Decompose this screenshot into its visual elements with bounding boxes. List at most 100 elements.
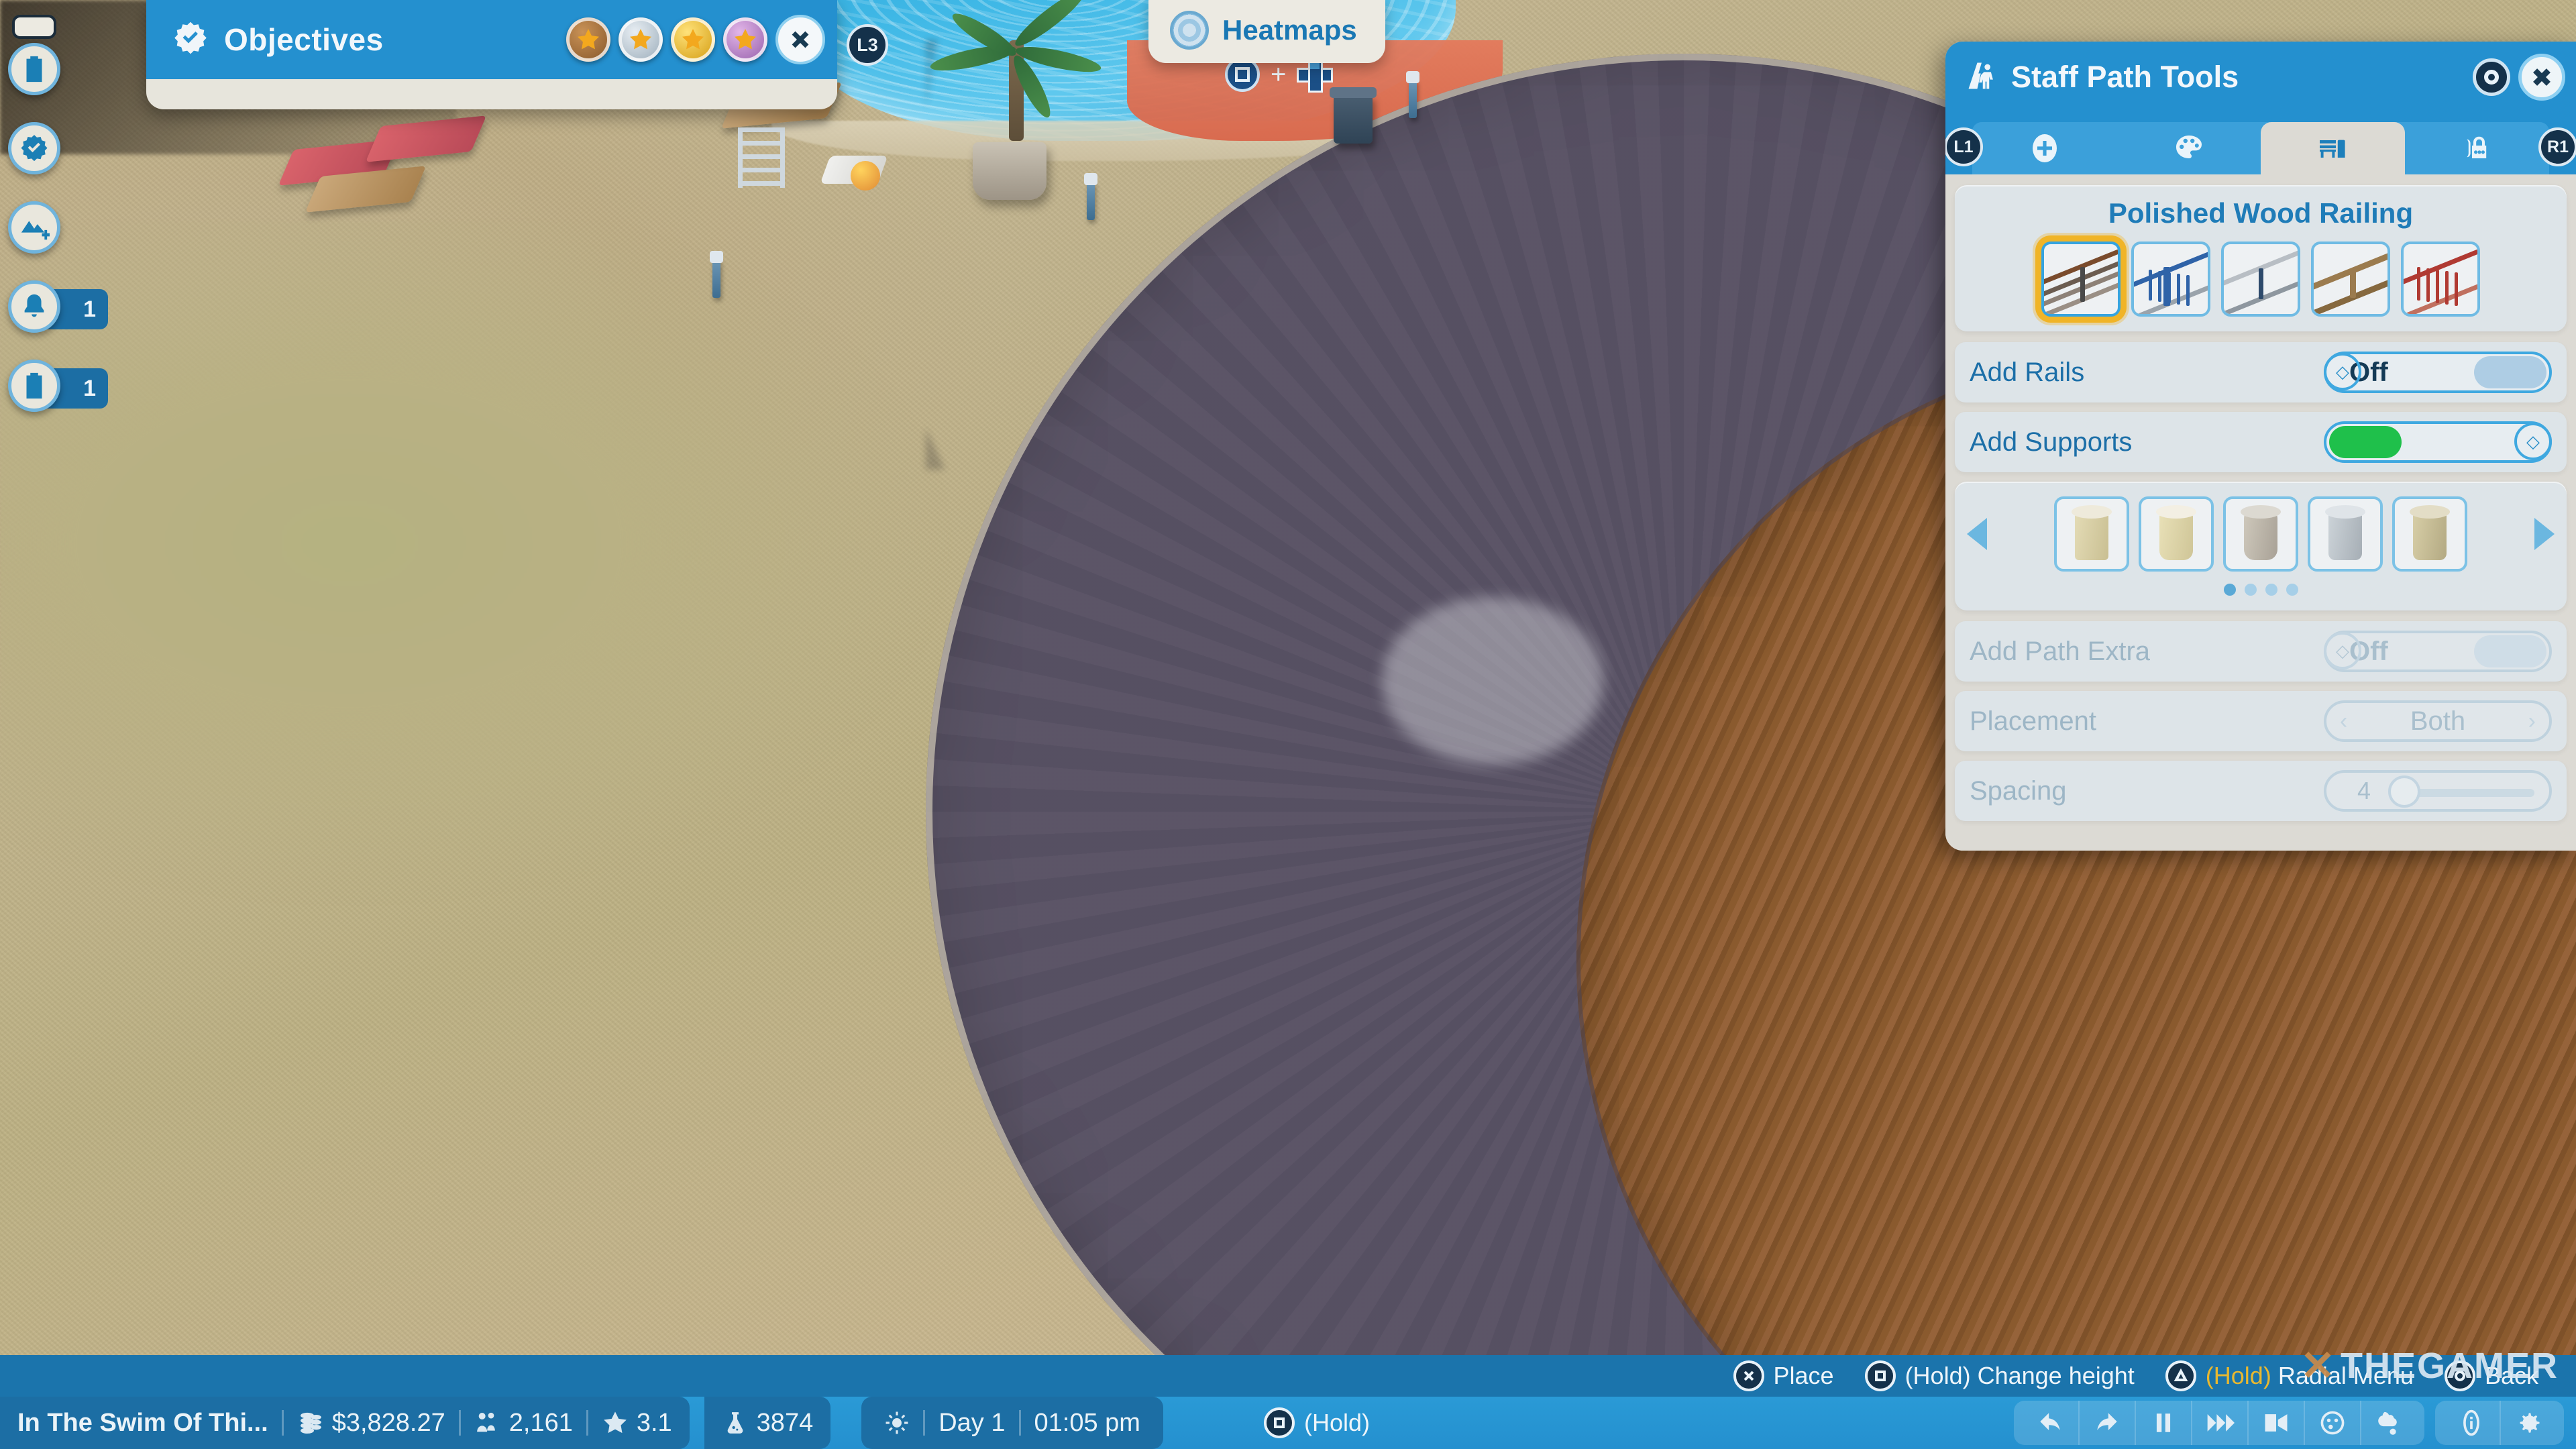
l1-shoulder-button[interactable]: L1: [1945, 127, 1983, 166]
page-dot[interactable]: [2223, 584, 2236, 596]
fast-forward-icon: [2207, 1414, 2235, 1432]
bin-option-1[interactable]: [2054, 496, 2129, 572]
add-supports-toggle[interactable]: On ◇: [2324, 421, 2552, 463]
redo-button[interactable]: [2078, 1401, 2135, 1445]
circle-button-icon[interactable]: [2473, 58, 2510, 96]
add-rails-toggle[interactable]: Off ◇: [2324, 352, 2552, 393]
info-button[interactable]: [2443, 1401, 2500, 1445]
star-icon: [735, 29, 756, 50]
research-group: 3874: [704, 1397, 831, 1449]
gold-star-medal[interactable]: [671, 17, 715, 62]
divider: [458, 1410, 461, 1436]
spacing-control: 4: [2324, 770, 2552, 812]
fast-forward-button[interactable]: [2191, 1401, 2247, 1445]
placement-control: ‹ Both ›: [2324, 700, 2552, 742]
camera-button[interactable]: [2247, 1401, 2304, 1445]
prompt-change-height[interactable]: (Hold) Change height: [1864, 1360, 2135, 1391]
r1-shoulder-button[interactable]: R1: [2538, 127, 2576, 166]
chevron-right-icon[interactable]: [2534, 518, 2555, 550]
add-supports-control: On ◇: [2324, 421, 2552, 463]
triangle-button-icon: [2165, 1360, 2196, 1391]
panel-close-button[interactable]: [2518, 54, 2565, 101]
tab-furnish[interactable]: [2261, 122, 2405, 174]
heatmap-ripple-icon: [1170, 11, 1209, 50]
sidebar-item-objectives[interactable]: [8, 122, 60, 174]
bin-option-5[interactable]: [2392, 496, 2467, 572]
bronze-star-medal[interactable]: [566, 17, 610, 62]
clipboard-list-icon: [26, 372, 42, 399]
left-sidebar: 1 1: [8, 15, 108, 439]
prompt-place[interactable]: Place: [1733, 1360, 1834, 1391]
add-path-extra-label: Add Path Extra: [1970, 636, 2151, 666]
sidebar-top-cap: [12, 15, 56, 39]
add-rails-row: Add Rails Off ◇: [1955, 342, 2567, 402]
prompt-place-label: Place: [1773, 1362, 1834, 1389]
star-icon: [604, 1411, 627, 1434]
bin-option-3[interactable]: [2223, 496, 2298, 572]
bin-option-2[interactable]: [2139, 496, 2214, 572]
panel-tab-bar: L1 R1: [1945, 113, 2576, 174]
sidebar-item-scenery[interactable]: [8, 201, 60, 254]
placement-row: Placement ‹ Both ›: [1955, 691, 2567, 751]
railing-option-blue-metal[interactable]: [2131, 241, 2210, 317]
sidebar-item-management[interactable]: [8, 43, 60, 95]
add-supports-row: Add Supports On ◇: [1955, 412, 2567, 472]
objectives-header: Objectives: [146, 0, 837, 79]
purple-star-medal[interactable]: [723, 17, 767, 62]
page-dot[interactable]: [2265, 584, 2277, 596]
money-stat[interactable]: $3,828.27: [297, 1409, 445, 1438]
page-dot[interactable]: [2244, 584, 2257, 596]
heatmaps-label: Heatmaps: [1222, 14, 1357, 46]
weather-button[interactable]: [2360, 1401, 2416, 1445]
heatmaps-button[interactable]: Heatmaps: [1148, 0, 1385, 63]
spacing-slider: 4: [2324, 770, 2552, 812]
slider-knob: [2388, 775, 2420, 808]
silver-star-medal[interactable]: [619, 17, 663, 62]
settings-button[interactable]: [2500, 1401, 2556, 1445]
flask-icon: [727, 1412, 743, 1434]
tab-build[interactable]: [1972, 122, 2116, 174]
research-value: 3874: [756, 1408, 814, 1437]
guests-value: 2,161: [508, 1408, 573, 1437]
placement-label: Placement: [1970, 706, 2096, 736]
rating-stat[interactable]: 3.1: [602, 1409, 672, 1438]
toggle-track: [2329, 426, 2402, 458]
railing-option-red-metal[interactable]: [2401, 241, 2480, 317]
palette-icon: [2176, 136, 2202, 158]
railing-option-polished-wood[interactable]: [2041, 241, 2121, 317]
padlock-icon: [2466, 136, 2486, 158]
toggle-knob: ◇: [2514, 423, 2552, 460]
objectives-body: [146, 79, 837, 109]
tab-queue[interactable]: [2405, 122, 2549, 174]
add-supports-label: Add Supports: [1970, 427, 2133, 457]
tab-paint[interactable]: [2116, 122, 2261, 174]
settings-toolbar: [2435, 1401, 2564, 1445]
railing-option-steel[interactable]: [2221, 241, 2300, 317]
page-dot[interactable]: [2286, 584, 2298, 596]
pause-button[interactable]: [2135, 1401, 2191, 1445]
research-stat[interactable]: 3874: [722, 1408, 814, 1438]
lamp-post: [710, 251, 723, 298]
objectives-close-button[interactable]: [775, 15, 825, 64]
bin-option-4[interactable]: [2308, 496, 2383, 572]
placement-value: Both: [2410, 706, 2466, 736]
time-group[interactable]: Day 1 01:05 pm: [861, 1397, 1163, 1449]
chevron-left-icon[interactable]: [1967, 518, 1987, 550]
undo-icon: [2040, 1413, 2060, 1430]
day-value: Day 1: [938, 1408, 1006, 1437]
bin-carousel-card: [1955, 482, 2567, 610]
spacing-label: Spacing: [1970, 775, 2067, 806]
l3-shoulder-button[interactable]: L3: [847, 24, 888, 66]
guest-mood-button[interactable]: [2304, 1401, 2360, 1445]
gear-icon: [2520, 1413, 2540, 1433]
guests-stat[interactable]: 2,161: [474, 1409, 573, 1438]
sidebar-item-notifications[interactable]: 1: [8, 280, 108, 333]
face-icon: [2320, 1411, 2345, 1435]
sidebar-item-tasks[interactable]: 1: [8, 360, 108, 412]
railing-thumb-row: [1966, 241, 2556, 317]
railing-option-light-wood[interactable]: [2311, 241, 2390, 317]
toggle-knob: ◇: [2324, 632, 2361, 669]
add-path-extra-control: Off ◇: [2324, 631, 2552, 672]
task-count-badge: 1: [46, 368, 108, 409]
undo-button[interactable]: [2022, 1401, 2078, 1445]
